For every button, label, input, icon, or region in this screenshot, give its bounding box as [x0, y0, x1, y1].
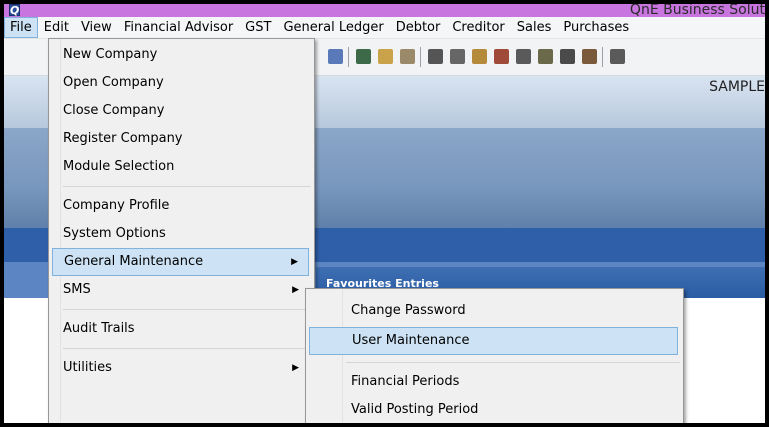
application-window: Q QnE Business Solut File Edit View Fina… — [4, 4, 765, 423]
submenu-arrow-icon: ▶ — [292, 285, 299, 295]
edit-icon[interactable] — [378, 49, 393, 64]
menu-debtor[interactable]: Debtor — [390, 17, 447, 38]
print-preview-icon[interactable] — [328, 49, 343, 64]
menu-item-company-profile[interactable]: Company Profile — [52, 192, 309, 220]
menu-item-financial-periods[interactable]: Financial Periods — [309, 368, 678, 396]
menu-item-label: Utilities — [63, 360, 112, 375]
properties-icon[interactable] — [450, 49, 465, 64]
document-icon[interactable] — [428, 49, 443, 64]
menu-item-module-selection[interactable]: Module Selection — [52, 153, 309, 181]
menu-view[interactable]: View — [75, 17, 118, 38]
menu-item-sms[interactable]: SMS ▶ — [52, 276, 309, 304]
menu-file[interactable]: File — [4, 17, 38, 38]
menu-item-register-company[interactable]: Register Company — [52, 125, 309, 153]
receipt-icon[interactable] — [538, 49, 553, 64]
payment-icon[interactable] — [560, 49, 575, 64]
submenu-arrow-icon: ▶ — [291, 257, 298, 267]
menu-bar: File Edit View Financial Advisor GST Gen… — [4, 17, 765, 39]
menu-item-general-maintenance[interactable]: General Maintenance ▶ — [52, 248, 309, 276]
menu-item-audit-trails[interactable]: Audit Trails — [52, 315, 309, 343]
menu-item-label: General Maintenance — [64, 254, 204, 269]
menu-gst[interactable]: GST — [239, 17, 277, 38]
toolbar-separator — [602, 47, 603, 67]
window-title: QnE Business Solut — [629, 4, 765, 18]
wizard-icon[interactable] — [400, 49, 415, 64]
menu-item-system-options[interactable]: System Options — [52, 220, 309, 248]
menu-item-change-password[interactable]: Change Password — [309, 297, 678, 325]
toolbar-separator — [348, 47, 349, 67]
menu-separator — [63, 186, 311, 187]
menu-separator — [63, 309, 311, 310]
app-icon[interactable]: Q — [9, 4, 20, 17]
menu-sales[interactable]: Sales — [511, 17, 558, 38]
menu-separator — [63, 348, 311, 349]
menu-edit[interactable]: Edit — [38, 17, 75, 38]
menu-financial-advisor[interactable]: Financial Advisor — [118, 17, 239, 38]
menu-separator — [346, 362, 680, 363]
binoculars-icon[interactable] — [356, 49, 371, 64]
menu-item-user-maintenance[interactable]: User Maintenance — [309, 327, 678, 355]
menu-item-valid-posting-period[interactable]: Valid Posting Period — [309, 396, 678, 423]
menu-item-close-company[interactable]: Close Company — [52, 97, 309, 125]
menu-general-ledger[interactable]: General Ledger — [277, 17, 389, 38]
copy-icon[interactable] — [516, 49, 531, 64]
toolbar-separator — [420, 47, 421, 67]
menu-item-utilities[interactable]: Utilities ▶ — [52, 354, 309, 382]
file-menu: New Company Open Company Close Company R… — [48, 38, 315, 423]
menu-item-open-company[interactable]: Open Company — [52, 69, 309, 97]
page-icon[interactable] — [610, 49, 625, 64]
menu-item-label: SMS — [63, 282, 91, 297]
menu-purchases[interactable]: Purchases — [557, 17, 635, 38]
company-name: SAMPLE — [709, 79, 765, 95]
journal-icon[interactable] — [472, 49, 487, 64]
report-icon[interactable] — [582, 49, 597, 64]
title-bar: Q QnE Business Solut — [4, 4, 765, 18]
menu-creditor[interactable]: Creditor — [446, 17, 510, 38]
invoice-icon[interactable] — [494, 49, 509, 64]
menu-item-new-company[interactable]: New Company — [52, 41, 309, 69]
submenu-arrow-icon: ▶ — [292, 363, 299, 373]
general-maintenance-submenu: Change Password User Maintenance Financi… — [305, 288, 684, 423]
